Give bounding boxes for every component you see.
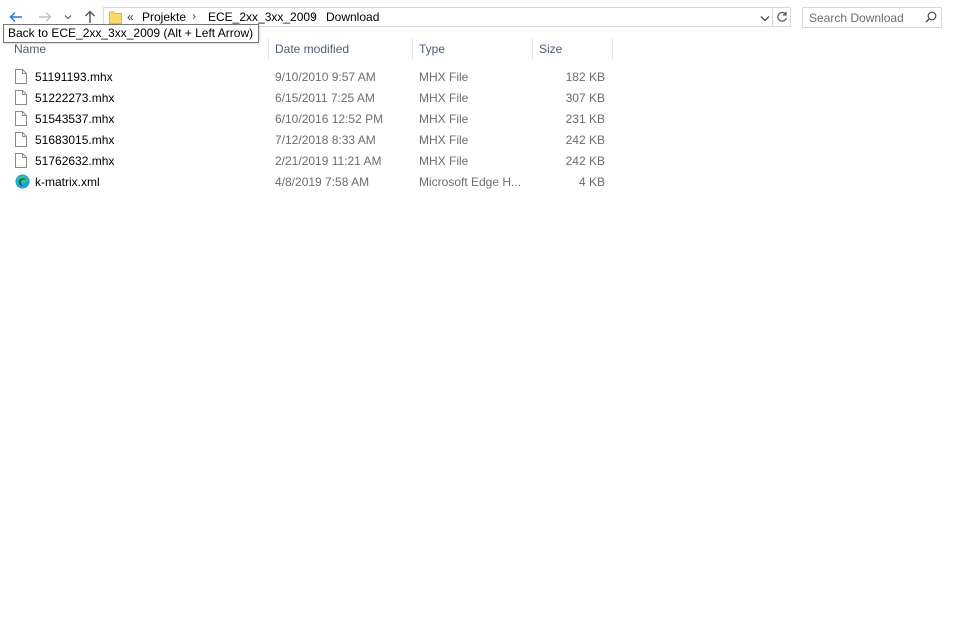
breadcrumb-separator[interactable]: ›: [192, 9, 196, 23]
file-row[interactable]: k-matrix.xml 4/8/2019 7:58 AM Microsoft …: [8, 172, 613, 193]
address-dropdown-button[interactable]: [758, 8, 772, 28]
file-name: 51543537.mhx: [35, 112, 115, 126]
file-row[interactable]: 51191193.mhx 9/10/2010 9:57 AM MHX File …: [8, 67, 613, 88]
breadcrumb-separator[interactable]: ›: [312, 9, 316, 23]
file-name: 51762632.mhx: [35, 154, 115, 168]
file-size: 4 KB: [578, 175, 605, 189]
edge-icon: [15, 174, 30, 192]
file-type: Microsoft Edge H...: [419, 175, 522, 189]
overflow-chevron[interactable]: «: [127, 10, 134, 24]
file-name: k-matrix.xml: [35, 175, 100, 189]
arrow-right-icon: [39, 12, 52, 22]
breadcrumb-ece[interactable]: ECE_2xx_3xx_2009: [208, 10, 317, 24]
breadcrumb-projekte[interactable]: Projekte: [142, 10, 186, 24]
file-row[interactable]: 51762632.mhx 2/21/2019 11:21 AM MHX File…: [8, 151, 613, 172]
file-icon: [15, 153, 27, 171]
arrow-up-icon: [85, 10, 95, 23]
file-name: 51191193.mhx: [35, 70, 113, 84]
breadcrumb-download[interactable]: Download: [326, 10, 379, 24]
file-row[interactable]: 51683015.mhx 7/12/2018 8:33 AM MHX File …: [8, 130, 613, 151]
chevron-down-icon: [64, 15, 72, 20]
column-header-date[interactable]: Date modified: [269, 38, 413, 60]
file-explorer-window: « Projekte › ECE_2xx_3xx_2009 › Download…: [0, 0, 955, 628]
file-type: MHX File: [419, 112, 469, 126]
file-icon: [15, 69, 27, 87]
file-type: MHX File: [419, 91, 469, 105]
file-date: 9/10/2010 9:57 AM: [275, 70, 376, 84]
file-date: 6/15/2011 7:25 AM: [275, 91, 375, 105]
search-box[interactable]: [802, 7, 942, 28]
refresh-button[interactable]: [773, 7, 791, 27]
file-row[interactable]: 51222273.mhx 6/15/2011 7:25 AM MHX File …: [8, 88, 613, 109]
file-size: 231 KB: [565, 112, 605, 126]
file-date: 2/21/2019 11:21 AM: [275, 154, 382, 168]
file-size: 182 KB: [565, 70, 605, 84]
file-icon: [15, 132, 27, 150]
search-icon[interactable]: [925, 11, 937, 26]
column-header-type[interactable]: Type: [413, 38, 533, 60]
arrow-left-icon: [9, 12, 22, 22]
file-icon: [15, 111, 27, 129]
refresh-icon: [776, 11, 787, 22]
file-size: 307 KB: [565, 91, 605, 105]
file-type: MHX File: [419, 70, 469, 84]
file-name: 51222273.mhx: [35, 91, 115, 105]
file-type: MHX File: [419, 154, 469, 168]
file-date: 7/12/2018 8:33 AM: [275, 133, 376, 147]
file-date: 4/8/2019 7:58 AM: [275, 175, 370, 189]
file-size: 242 KB: [565, 133, 605, 147]
column-header-size[interactable]: Size: [533, 38, 613, 60]
chevron-down-icon: [760, 15, 770, 21]
back-button-tooltip: Back to ECE_2xx_3xx_2009 (Alt + Left Arr…: [3, 24, 260, 43]
file-type: MHX File: [419, 133, 469, 147]
search-input[interactable]: [809, 10, 919, 25]
file-icon: [15, 90, 27, 108]
file-date: 6/10/2016 12:52 PM: [275, 112, 384, 126]
file-name: 51683015.mhx: [35, 133, 115, 147]
file-size: 242 KB: [565, 154, 605, 168]
file-row[interactable]: 51543537.mhx 6/10/2016 12:52 PM MHX File…: [8, 109, 613, 130]
